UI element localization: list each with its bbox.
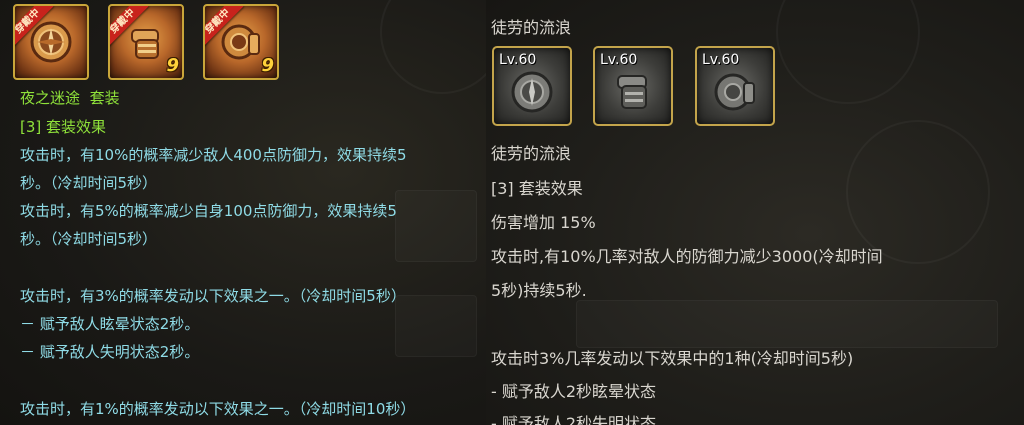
set-item-slot[interactable]: Lv.60: [695, 46, 775, 126]
background-block: [395, 190, 477, 262]
effect-line: - 赋予敌人2秒眩晕状态: [491, 382, 657, 401]
set-item-slot[interactable]: Lv.60: [492, 46, 572, 126]
equipped-item-slot[interactable]: 穿戴中 9: [203, 4, 279, 80]
background-block: [395, 295, 477, 357]
effect-line: 伤害增加 15%: [491, 213, 596, 232]
set-item-slot[interactable]: Lv.60: [593, 46, 673, 126]
compass-armor-icon: [714, 73, 755, 111]
effect-line: 秒。（冷却时间5秒）: [20, 174, 158, 192]
effect-line: 攻击时，有3%的概率发动以下效果之一。（冷却时间5秒）: [20, 287, 406, 305]
equipped-item-slot[interactable]: 穿戴中: [13, 4, 89, 80]
background-block: [576, 300, 998, 348]
set-effect-header: [3] 套装效果: [20, 118, 107, 136]
set-comparison-screen: 穿戴中 穿戴中 9 穿戴中 9 夜之迷途 套装 [3] 套装效果 攻击时，有10…: [0, 0, 1024, 425]
effect-line: － 赋予敌人眩晕状态2秒。: [20, 315, 200, 333]
equipped-item-slot[interactable]: 穿戴中 9: [108, 4, 184, 80]
set-name: 夜之迷途: [20, 89, 81, 107]
effect-line: 攻击时，有10%的概率减少敌人400点防御力，效果持续5: [20, 146, 407, 164]
gauntlet-icon: [131, 29, 159, 59]
effect-line: 攻击时,有10%几率对敌人的防御力减少3000(冷却时间: [491, 247, 883, 266]
effect-line: 5秒)持续5秒.: [491, 281, 587, 300]
compass-armor-icon: [221, 24, 260, 60]
effect-line: － 赋予敌人失明状态2秒。: [20, 343, 200, 361]
item-level: Lv.60: [499, 52, 537, 68]
set-title: 夜之迷途 套装: [20, 87, 120, 108]
effect-line: 秒。（冷却时间5秒）: [20, 230, 158, 248]
item-level: Lv.60: [702, 52, 740, 68]
set-suffix: 套装: [89, 89, 120, 107]
compass-icon: [511, 71, 553, 113]
set-effect-header: [3] 套装效果: [491, 179, 583, 198]
effect-line: 攻击时，有5%的概率减少自身100点防御力，效果持续5: [20, 202, 397, 220]
effect-line: - 赋予敌人2秒失明状态: [491, 414, 657, 425]
compass-icon: [30, 21, 72, 63]
effect-line: 攻击时3%几率发动以下效果中的1种(冷却时间5秒): [491, 349, 854, 368]
item-count: 9: [166, 55, 179, 76]
item-count: 9: [261, 55, 274, 76]
set-title: 徒劳的流浪: [491, 18, 572, 37]
item-level: Lv.60: [600, 52, 638, 68]
set-name: 徒劳的流浪: [491, 144, 572, 163]
effect-line: 攻击时，有1%的概率发动以下效果之一。（冷却时间10秒）: [20, 400, 416, 418]
gauntlet-icon: [617, 75, 647, 109]
background-ring: [776, 0, 920, 104]
